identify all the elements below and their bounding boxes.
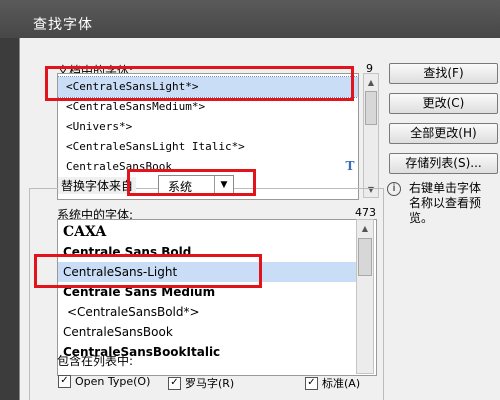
scroll-thumb[interactable] xyxy=(358,238,372,276)
document-font-item[interactable]: CentraleSansBook xyxy=(58,157,358,177)
system-font-item[interactable]: CentraleSansBook xyxy=(58,322,358,342)
replace-from-label: 替换字体来自 xyxy=(58,177,137,194)
scroll-thumb[interactable] xyxy=(365,91,377,125)
replace-source-value: 系统 xyxy=(168,180,193,194)
checkmark-icon[interactable]: ✓ xyxy=(168,376,181,390)
document-font-item[interactable]: <Univers*> xyxy=(58,117,358,137)
system-font-item[interactable]: <CentraleSansBold*> xyxy=(58,302,358,322)
checkmark-icon[interactable]: ✓ xyxy=(305,376,318,390)
system-font-item[interactable]: Centrale Sans Medium xyxy=(58,282,358,302)
document-font-item[interactable]: <CentraleSansLight Italic*> xyxy=(58,137,358,157)
system-font-item[interactable]: CAXA xyxy=(58,222,358,242)
system-font-item[interactable]: Centrale Sans Bold xyxy=(58,242,358,262)
standard-checkbox[interactable]: ✓ 标准(A) xyxy=(305,375,360,391)
opentype-checkbox-label: Open Type(O) xyxy=(75,375,151,388)
info-icon: i xyxy=(387,182,401,196)
scroll-up-icon[interactable]: ▲ xyxy=(357,220,373,236)
scroll-up-icon[interactable]: ▲ xyxy=(364,74,378,90)
system-fonts-scrollbar[interactable]: ▲ xyxy=(356,219,374,374)
roman-checkbox[interactable]: ✓ 罗马字(R) xyxy=(168,375,234,391)
window-title: 查找字体 xyxy=(33,17,93,33)
document-fonts-scrollbar[interactable]: ▲ ▼ xyxy=(363,73,379,198)
truetype-icon: T xyxy=(345,159,355,173)
checkmark-icon[interactable]: ✓ xyxy=(58,375,71,388)
system-font-item[interactable]: CentraleSans-Light xyxy=(58,262,358,282)
replace-source-select[interactable]: 系统 ▼ xyxy=(158,175,234,195)
title-bar: 查找字体 xyxy=(0,0,500,38)
document-font-item[interactable]: <CentraleSansMedium*> xyxy=(58,97,358,117)
find-font-dialog: 文档中的字体: 9 <CentraleSansLight*> <Centrale… xyxy=(19,38,500,400)
save-list-button[interactable]: 存储列表(S)... xyxy=(389,153,498,174)
include-in-list-label: 包含在列表中: xyxy=(57,354,134,368)
roman-checkbox-label: 罗马字(R) xyxy=(185,377,235,390)
change-all-button[interactable]: 全部更改(H) xyxy=(389,123,498,144)
standard-checkbox-label: 标准(A) xyxy=(322,377,361,390)
opentype-checkbox[interactable]: ✓ Open Type(O) xyxy=(58,375,150,388)
system-fonts-count: 473 xyxy=(355,206,376,219)
document-font-item[interactable]: <CentraleSansLight*> xyxy=(58,76,358,98)
info-text: 右键单击字体名称以查看预览。 xyxy=(409,181,482,225)
find-button[interactable]: 查找(F) xyxy=(389,63,498,84)
change-button[interactable]: 更改(C) xyxy=(389,93,498,114)
chevron-down-icon[interactable]: ▼ xyxy=(214,176,233,194)
